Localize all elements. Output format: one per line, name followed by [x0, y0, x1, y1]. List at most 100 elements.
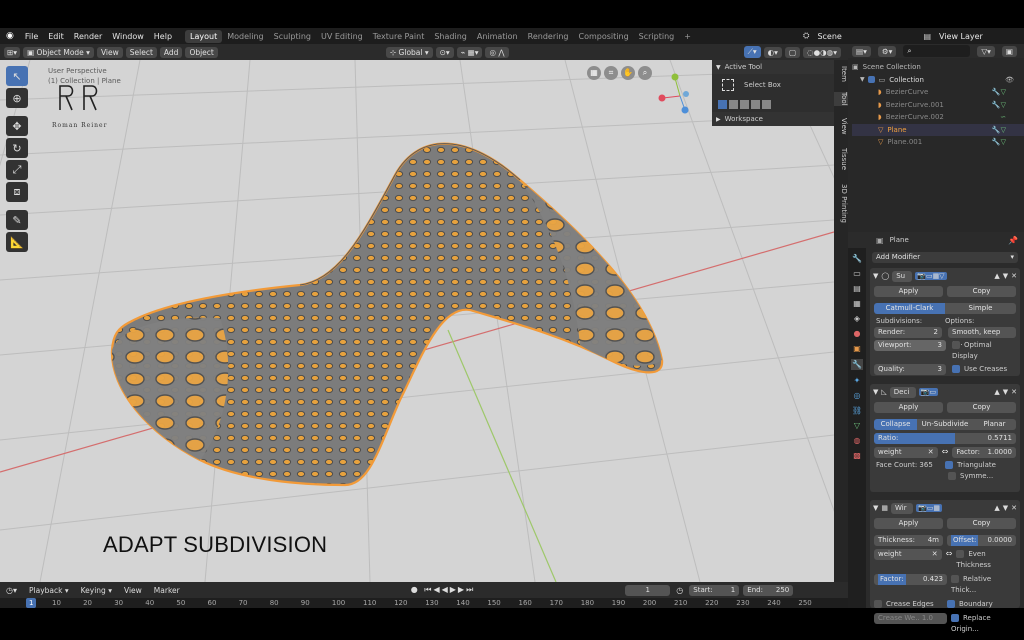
tab-compositing[interactable]: Compositing	[574, 32, 634, 41]
camera-view-icon[interactable]: ⌗	[604, 66, 618, 80]
simple-button[interactable]: Simple	[945, 303, 1016, 314]
mode-set-icon[interactable]	[718, 99, 727, 109]
end-frame-field[interactable]: End: 250	[743, 584, 794, 596]
render-toggle-icon[interactable]: 📷▭	[918, 388, 939, 396]
remove-modifier-icon[interactable]: ✕	[1011, 272, 1017, 280]
wireframe-apply-button[interactable]: Apply	[874, 518, 943, 529]
use-creases-row[interactable]: Use Creases	[952, 364, 1016, 375]
collapse-button[interactable]: Collapse	[874, 419, 918, 430]
tab-3d-printing[interactable]: 3D Printing	[834, 184, 848, 223]
gizmo-toggle-icon[interactable]: ⟋▾	[743, 46, 761, 58]
collection-visibility-icon[interactable]: 👁	[1005, 76, 1014, 84]
render-props-icon[interactable]: ▭	[853, 269, 861, 278]
menu-file[interactable]: File	[20, 32, 43, 41]
collapse-arrow-icon[interactable]: ▼	[873, 504, 878, 512]
measure-tool-icon[interactable]: 📐	[6, 232, 28, 252]
overlay-toggle-icon[interactable]: ◐▾	[763, 46, 782, 58]
outliner-search-icon[interactable]: ⌕	[903, 45, 971, 57]
triangulate-checkbox[interactable]	[945, 461, 953, 469]
axis-gizmo-icon[interactable]	[655, 68, 705, 118]
use-creases-checkbox[interactable]	[952, 365, 960, 373]
symmetry-checkbox[interactable]	[948, 472, 956, 480]
tab-sculpting[interactable]: Sculpting	[269, 32, 316, 41]
add-menu[interactable]: Add	[159, 46, 183, 58]
move-tool-icon[interactable]: ✥	[6, 116, 28, 136]
mode-dropdown[interactable]: ▣ Object Mode ▾	[23, 46, 94, 58]
mode-invert-icon[interactable]	[751, 99, 760, 109]
even-thickness-checkbox[interactable]	[956, 550, 965, 558]
wire-factor-field[interactable]: Factor: 0.423	[874, 574, 947, 585]
clear-icon[interactable]: ✕	[932, 549, 938, 560]
tab-tool[interactable]: Tool	[834, 92, 848, 106]
pivot-icon[interactable]: ⊙▾	[435, 46, 454, 58]
crease-edges-row[interactable]: Crease Edges	[874, 599, 943, 610]
move-down-icon[interactable]: ▼	[1003, 504, 1008, 512]
active-tool-header[interactable]: ▼ Active Tool	[712, 60, 834, 74]
crease-weight-field[interactable]: Crease We.. 1.0	[874, 613, 947, 624]
subsurf-name-field[interactable]: Su	[892, 270, 913, 282]
viewport-levels-field[interactable]: Viewport: 3	[874, 340, 946, 351]
render-toggle-icon[interactable]: 📷▭▦	[916, 504, 942, 512]
clock-icon[interactable]: ◷	[670, 586, 689, 595]
tab-item[interactable]: Item	[834, 66, 848, 82]
outliner-item-plane[interactable]: ▽ Plane 🔧▽	[852, 123, 1024, 136]
move-up-icon[interactable]: ▲	[994, 388, 999, 396]
tab-shading[interactable]: Shading	[429, 32, 472, 41]
modifier-props-icon[interactable]: 🔧	[851, 359, 863, 370]
start-frame-field[interactable]: Start: 1	[689, 584, 740, 596]
texture-props-icon[interactable]: ▩	[853, 451, 861, 460]
subsurf-apply-button[interactable]: Apply	[874, 286, 943, 297]
object-menu[interactable]: Object	[185, 46, 218, 58]
grid-view-icon[interactable]: ▦	[587, 66, 601, 80]
add-modifier-dropdown[interactable]: Add Modifier ▾	[872, 252, 1018, 264]
tool-props-icon[interactable]: 🔧	[852, 254, 862, 263]
ratio-slider[interactable]: Ratio: 0.5711	[874, 433, 1016, 444]
optimal-display-checkbox[interactable]	[952, 341, 960, 349]
remove-modifier-icon[interactable]: ✕	[1011, 504, 1017, 512]
workspace-header[interactable]: ▶ Workspace	[712, 112, 834, 126]
catmull-clark-button[interactable]: Catmull-Clark	[874, 303, 945, 314]
mode-intersect-icon[interactable]	[762, 99, 771, 109]
menu-help[interactable]: Help	[149, 32, 177, 41]
move-down-icon[interactable]: ▼	[1003, 272, 1008, 280]
render-levels-field[interactable]: Render: 2	[874, 327, 942, 338]
filter-icon[interactable]: ▽▾	[977, 45, 995, 57]
wire-vertex-group-field[interactable]: weight ✕	[874, 549, 942, 560]
wireframe-name-field[interactable]: Wir	[891, 502, 914, 514]
even-thickness-row[interactable]: Even Thickness	[956, 549, 1016, 571]
tab-scripting[interactable]: Scripting	[634, 32, 680, 41]
factor-field[interactable]: Factor: 1.0000	[952, 447, 1017, 458]
decimate-apply-button[interactable]: Apply	[874, 402, 943, 413]
triangulate-row[interactable]: Triangulate	[945, 461, 1014, 469]
scene-props-icon[interactable]: ◈	[854, 314, 860, 323]
quality-field[interactable]: Quality: 3	[874, 364, 946, 375]
timeline-view-menu[interactable]: View	[118, 586, 148, 595]
object-props-icon[interactable]: ▣	[853, 344, 861, 353]
move-down-icon[interactable]: ▼	[1003, 388, 1008, 396]
tab-texture-paint[interactable]: Texture Paint	[368, 32, 430, 41]
orientation-dropdown[interactable]: ⊹ Global ▾	[385, 46, 433, 58]
world-props-icon[interactable]: ●	[854, 329, 861, 338]
constraints-props-icon[interactable]: ⛓	[852, 406, 862, 415]
uv-smooth-dropdown[interactable]: Smooth, keep c...	[948, 327, 1016, 347]
proportional-edit-icon[interactable]: ◎ ⋀	[485, 46, 509, 58]
pin-icon[interactable]: 📌	[1008, 236, 1018, 245]
shading-modes-icon[interactable]: ◌●◑◍▾	[803, 46, 841, 58]
outliner-item-beziercurve-001[interactable]: ◗ BezierCurve.001 🔧▽	[852, 99, 1024, 112]
wireframe-copy-button[interactable]: Copy	[947, 518, 1016, 529]
unsubdivide-button[interactable]: Un-Subdivide	[917, 419, 973, 430]
output-props-icon[interactable]: ▤	[853, 284, 861, 293]
display-mode-icon[interactable]: ⚙▾	[877, 45, 897, 57]
material-props-icon[interactable]: ◍	[854, 436, 861, 445]
collection-checkbox[interactable]	[867, 76, 875, 84]
vertex-group-field[interactable]: weight ✕	[874, 447, 938, 458]
new-collection-icon[interactable]: ▣	[1001, 45, 1017, 57]
physics-props-icon[interactable]: ◎	[854, 391, 861, 400]
mode-subtract-icon[interactable]	[740, 99, 749, 109]
tab-modeling[interactable]: Modeling	[222, 32, 268, 41]
view-layer-selector[interactable]: View Layer	[934, 32, 1024, 41]
transform-tool-icon[interactable]: ⧈	[6, 182, 28, 202]
marker-menu[interactable]: Marker	[148, 586, 186, 595]
relative-thickness-row[interactable]: Relative Thick...	[951, 574, 1016, 596]
active-tool-row[interactable]: Select Box	[712, 74, 834, 96]
